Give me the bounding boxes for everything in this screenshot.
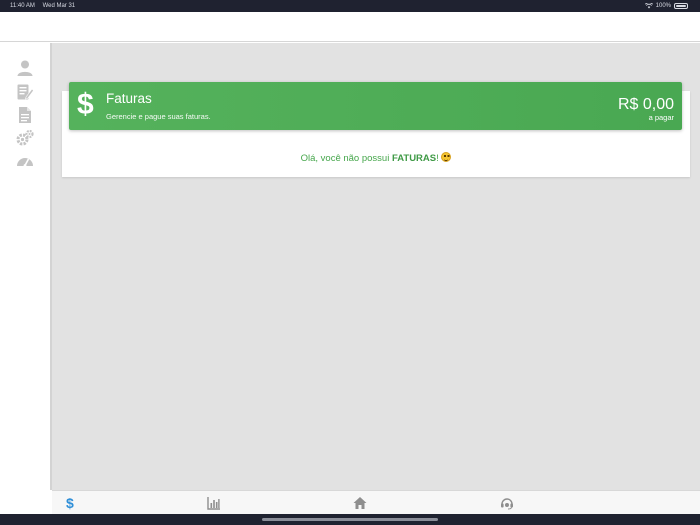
bottom-tab-bar: $ xyxy=(52,490,700,514)
battery-percent: 100% xyxy=(655,3,671,9)
status-right: 100% xyxy=(644,0,688,12)
home-indicator[interactable] xyxy=(262,518,438,521)
sidebar xyxy=(0,43,52,490)
support-icon xyxy=(501,498,513,510)
empty-message-emphasis: FATURAS xyxy=(391,153,437,164)
home-icon xyxy=(353,497,367,509)
gears-icon[interactable] xyxy=(16,129,34,147)
wifi-icon xyxy=(644,3,653,9)
dollar-icon: $ xyxy=(77,88,94,121)
status-bar: 11:40 AM Wed Mar 31 100% xyxy=(0,0,700,12)
top-header xyxy=(0,12,700,42)
invoices-subtitle: Gerencie e pague suas faturas. xyxy=(106,112,211,121)
smiley-icon xyxy=(441,152,452,162)
status-left: 11:40 AM Wed Mar 31 xyxy=(10,0,81,12)
tab-reports[interactable] xyxy=(207,496,221,510)
tab-support[interactable] xyxy=(500,496,514,510)
tab-home[interactable] xyxy=(353,496,367,510)
status-date: Wed Mar 31 xyxy=(42,3,76,9)
tab-invoices[interactable]: $ xyxy=(66,496,80,510)
empty-invoices-message: Olá, você não possui FATURAS! xyxy=(62,152,690,164)
dashboard-icon[interactable] xyxy=(16,152,34,170)
empty-message-prefix: Olá, você não possui xyxy=(300,153,392,164)
status-time: 11:40 AM xyxy=(10,3,35,9)
battery-icon xyxy=(674,3,688,9)
invoices-banner[interactable]: $ Faturas Gerencie e pague suas faturas.… xyxy=(69,82,682,130)
dollar-icon: $ xyxy=(66,495,74,511)
amount-due: R$ 0,00 xyxy=(617,96,674,113)
user-icon[interactable] xyxy=(16,59,34,77)
invoices-title: Faturas xyxy=(106,91,152,106)
amount-due-label: a pagar xyxy=(648,113,674,122)
chart-icon xyxy=(207,497,220,510)
document-icon[interactable] xyxy=(16,106,34,124)
home-indicator-area xyxy=(0,514,700,525)
edit-document-icon[interactable] xyxy=(16,83,34,101)
